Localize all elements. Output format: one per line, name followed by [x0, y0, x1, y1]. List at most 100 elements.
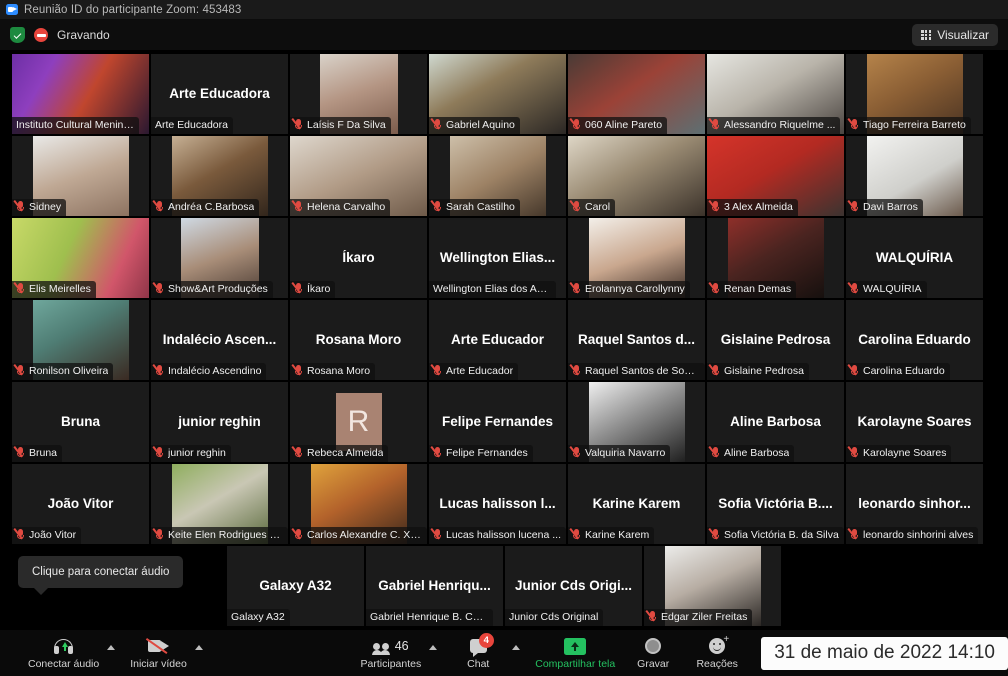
record-button[interactable]: Gravar [621, 636, 685, 670]
participant-tile[interactable]: Gabriel Henriqu... Gabriel Henrique B. Ca… [366, 546, 503, 626]
tile-display-name: Gabriel Henriqu... [378, 578, 491, 594]
participant-name: Aline Barbosa [724, 446, 790, 459]
participant-tile[interactable]: 060 Aline Pareto [568, 54, 705, 134]
share-screen-label: Compartilhar tela [535, 658, 616, 670]
participant-name-bar: Aline Barbosa [707, 444, 795, 462]
mic-muted-icon [430, 364, 442, 377]
participant-tile[interactable]: WALQUÍRIA WALQUÍRIA [846, 218, 983, 298]
participant-name-bar: Raquel Santos de Souz... [568, 362, 705, 380]
participant-tile[interactable]: Aline Barbosa Aline Barbosa [707, 382, 844, 462]
participant-tile[interactable]: Sarah Castilho [429, 136, 566, 216]
participant-tile[interactable]: Gabriel Aquino [429, 54, 566, 134]
mic-muted-icon [847, 282, 859, 295]
participant-name-bar: Lucas halisson lucena ... [429, 526, 566, 544]
participant-tile[interactable]: Sidney [12, 136, 149, 216]
participant-name: Gislaine Pedrosa [724, 364, 804, 377]
participant-tile[interactable]: Edgar Ziler Freitas [644, 546, 781, 626]
mic-muted-icon [430, 118, 442, 131]
share-screen-button[interactable]: Compartilhar tela [529, 636, 621, 670]
start-video-button[interactable]: Iniciar vídeo [124, 636, 193, 670]
meeting-toolbar: Conectar áudio Iniciar vídeo 46 Particip… [0, 630, 1008, 676]
mic-muted-icon [708, 446, 720, 459]
participants-caret-icon[interactable] [429, 644, 438, 650]
participant-name: Wellington Elias dos Anjos [433, 282, 551, 295]
participant-name-bar: Helena Carvalho [290, 198, 391, 216]
participant-tile[interactable]: R Rebeca Almeida [290, 382, 427, 462]
mic-muted-icon [430, 528, 442, 541]
chat-caret-icon[interactable] [512, 644, 521, 650]
participant-tile[interactable]: Ronilson Oliveira [12, 300, 149, 380]
participant-tile[interactable]: Junior Cds Origi... Junior Cds Original [505, 546, 642, 626]
participant-tile[interactable]: Davi Barros [846, 136, 983, 216]
participant-name: Helena Carvalho [307, 200, 386, 213]
video-options-caret-icon[interactable] [194, 644, 203, 650]
participant-tile[interactable]: 3 Alex Almeida [707, 136, 844, 216]
participants-button[interactable]: 46 Participantes [355, 636, 428, 670]
reactions-label: Reações [696, 658, 738, 670]
start-video-label: Iniciar vídeo [130, 658, 187, 670]
mic-muted-icon [847, 446, 859, 459]
participant-name-bar: Sarah Castilho [429, 198, 520, 216]
participant-name: Sofia Victória B. da Silva [724, 528, 839, 541]
participant-tile[interactable]: Rosana Moro Rosana Moro [290, 300, 427, 380]
participant-tile[interactable]: Carlos Alexandre C. Xa... [290, 464, 427, 544]
participant-tile[interactable]: Instituto Cultural Menino ... [12, 54, 149, 134]
participant-tile[interactable]: Karolayne Soares Karolayne Soares [846, 382, 983, 462]
participant-tile[interactable]: Arte Educadora Arte Educadora [151, 54, 288, 134]
participant-tile[interactable]: Galaxy A32 Galaxy A32 [227, 546, 364, 626]
participant-tile[interactable]: Bruna Bruna [12, 382, 149, 462]
participant-tile[interactable]: Alessandro Riquelme ... [707, 54, 844, 134]
participant-tile[interactable]: Elis Meirelles [12, 218, 149, 298]
participant-tile[interactable]: Laísis F Da Silva [290, 54, 427, 134]
recording-dot-icon[interactable] [34, 28, 48, 42]
participant-tile[interactable]: Renan Demas [707, 218, 844, 298]
participant-name-bar: leonardo sinhorini alves [846, 526, 979, 544]
participant-tile[interactable]: Gislaine Pedrosa Gislaine Pedrosa [707, 300, 844, 380]
participant-tile[interactable]: Raquel Santos d... Raquel Santos de Souz.… [568, 300, 705, 380]
participant-name-bar: Gabriel Aquino [429, 116, 520, 134]
participant-tile[interactable]: Erolannya Carollynny [568, 218, 705, 298]
participant-tile[interactable]: Valquiria Navarro [568, 382, 705, 462]
participant-tile[interactable]: Indalécio Ascen... Indalécio Ascendino [151, 300, 288, 380]
participant-tile[interactable]: Carol [568, 136, 705, 216]
shield-check-icon[interactable] [10, 27, 25, 43]
mic-muted-icon [708, 200, 720, 213]
mic-muted-icon [847, 528, 859, 541]
participant-name: Tiago Ferreira Barreto [863, 118, 966, 131]
participant-tile[interactable]: João Vitor João Vitor [12, 464, 149, 544]
participant-tile[interactable]: Wellington Elias... Wellington Elias dos … [429, 218, 566, 298]
participant-tile[interactable]: leonardo sinhor... leonardo sinhorini alv… [846, 464, 983, 544]
participant-tile[interactable]: Karine Karem Karine Karem [568, 464, 705, 544]
participant-name: Gabriel Aquino [446, 118, 515, 131]
participant-tile[interactable]: Íkaro Íkaro [290, 218, 427, 298]
mic-muted-icon [708, 282, 720, 295]
audio-options-caret-icon[interactable] [107, 644, 116, 650]
mic-muted-icon [569, 446, 581, 459]
tile-display-name: Indalécio Ascen... [162, 332, 277, 348]
participant-tile[interactable]: Carolina Eduardo Carolina Eduardo [846, 300, 983, 380]
participant-name-bar: Instituto Cultural Menino ... [12, 116, 139, 134]
participant-tile[interactable]: Arte Educador Arte Educador [429, 300, 566, 380]
participant-tile[interactable]: Tiago Ferreira Barreto [846, 54, 983, 134]
participant-tile[interactable]: Lucas halisson l... Lucas halisson lucena… [429, 464, 566, 544]
participant-name: Erolannya Carollynny [585, 282, 685, 295]
chat-button[interactable]: 4 Chat [446, 633, 510, 670]
participant-tile[interactable]: Sofia Victória B.... Sofia Victória B. da… [707, 464, 844, 544]
participant-name-bar: Edgar Ziler Freitas [644, 608, 753, 626]
participant-name: Karolayne Soares [863, 446, 947, 459]
chat-unread-badge: 4 [478, 633, 494, 648]
share-screen-icon [564, 636, 587, 656]
participant-name: Elis Meirelles [29, 282, 91, 295]
participant-tile[interactable]: Keite Elen Rodrigues S... [151, 464, 288, 544]
participant-tile[interactable]: Helena Carvalho [290, 136, 427, 216]
reactions-button[interactable]: + Reações [685, 635, 749, 671]
participant-tile[interactable]: junior reghin junior reghin [151, 382, 288, 462]
participant-tile[interactable]: Felipe Fernandes Felipe Fernandes [429, 382, 566, 462]
participant-tile[interactable]: Show&Art Produções [151, 218, 288, 298]
view-button[interactable]: Visualizar [912, 24, 998, 46]
participant-tile[interactable]: Andréa C.Barbosa [151, 136, 288, 216]
tile-display-name: Arte Educadora [169, 86, 270, 102]
participant-name: leonardo sinhorini alves [863, 528, 974, 541]
participant-name-bar: Erolannya Carollynny [568, 280, 690, 298]
connect-audio-button[interactable]: Conectar áudio [22, 636, 105, 670]
